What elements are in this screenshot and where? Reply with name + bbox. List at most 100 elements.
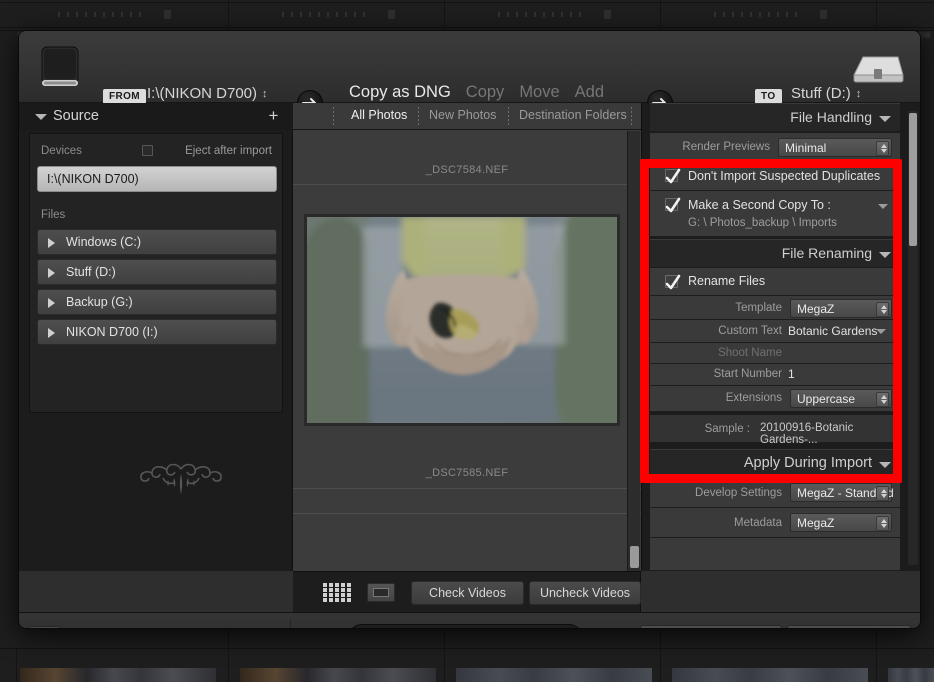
tab-new-photos[interactable]: New Photos [429,108,496,122]
preview-toolbar: Check Videos Uncheck Videos [293,571,641,612]
file-item-label: Windows (C:) [66,235,142,249]
metadata-value: MegaZ [797,516,835,530]
tab-divider [333,107,334,126]
render-previews-row: Render Previews Minimal [650,133,900,161]
source-path-text: I:\(NIKON D700) [147,85,258,102]
source-path-selector[interactable]: I:\(NIKON D700) ↕ [147,85,267,102]
import-preset-selector[interactable]: Import Preset : None ↕ [348,624,583,628]
cancel-button[interactable]: Cancel [787,625,911,628]
mode-tab-copy-as-dng[interactable]: Copy as DNG [349,83,451,102]
start-number-row: Start Number 1 [650,364,900,386]
destination-drive-icon [853,56,904,83]
tab-destination-folders[interactable]: Destination Folders [519,108,627,122]
photo-frame[interactable] [304,214,620,426]
rename-files-label: Rename Files [688,274,766,288]
source-path-chevron-icon: ↕ [262,88,267,100]
filename-above: _DSC7584.NEF [425,164,509,176]
uncheck-videos-button[interactable]: Uncheck Videos [529,581,641,605]
destination-path-selector[interactable]: Stuff (D:) ↕ [791,85,861,102]
start-number-label: Start Number [713,368,782,380]
loupe-view-icon[interactable] [367,583,395,602]
dont-import-duplicates-checkbox[interactable] [665,168,681,184]
devices-label: Devices [41,145,82,157]
tab-divider [631,107,632,126]
expand-caret-icon[interactable] [48,238,55,248]
file-item-nikon-d700-i[interactable]: NIKON D700 (I:) [37,319,277,345]
file-handling-collapse-triangle-icon[interactable] [879,116,891,122]
second-copy-checkbox[interactable] [665,197,681,213]
import-button[interactable]: Import [640,625,782,628]
expand-panel-button[interactable] [28,626,61,628]
import-options-panel: File Handling Render Previews Minimal Do… [641,103,920,571]
file-item-windows-c[interactable]: Windows (C:) [37,229,277,255]
dont-import-duplicates-row[interactable]: Don't Import Suspected Duplicates [650,161,900,191]
file-handling-title: File Handling [790,109,872,125]
section-header-file-handling[interactable]: File Handling [650,103,900,131]
develop-settings-spinner-icon[interactable] [876,486,889,501]
custom-text-input[interactable]: Botanic Gardens [788,324,877,338]
metadata-combo[interactable]: MegaZ [790,513,892,532]
grid-view-icon[interactable] [323,583,351,602]
rename-files-checkbox[interactable] [665,274,681,290]
mode-tab-copy[interactable]: Copy [466,83,505,102]
photo-thumbnail [307,217,617,423]
extensions-spinner-icon[interactable] [876,392,889,407]
import-mode-tabs[interactable]: Copy as DNG Copy Move Add [349,83,619,102]
options-scrollbar-thumb[interactable] [909,113,917,246]
develop-settings-combo[interactable]: MegaZ - Standard [790,483,894,502]
add-source-button[interactable]: + [266,107,281,124]
eject-after-import-checkbox[interactable] [142,145,153,156]
check-videos-button[interactable]: Check Videos [411,581,524,605]
source-collapse-triangle-icon[interactable] [35,114,47,120]
render-previews-label: Render Previews [682,141,770,153]
expand-caret-icon[interactable] [48,328,55,338]
template-combo[interactable]: MegaZ [790,299,892,318]
source-panel-header[interactable]: Source + [19,103,293,130]
mode-tab-move[interactable]: Move [519,83,559,102]
second-copy-row[interactable]: Make a Second Copy To : G: \ Photos_back… [650,191,900,237]
template-value: MegaZ [797,302,835,316]
footer-divider [290,619,291,628]
source-drive-icon [41,46,79,86]
custom-text-dropdown-icon[interactable] [876,329,886,334]
preview-tabs: All Photos New Photos Destination Folder… [293,103,641,130]
template-row: Template MegaZ [650,296,900,320]
preview-scrollbar[interactable] [627,131,640,571]
metadata-spinner-icon[interactable] [876,516,889,531]
file-item-label: Stuff (D:) [66,265,116,279]
preview-panel: All Photos New Photos Destination Folder… [293,103,641,571]
render-previews-spinner-icon[interactable] [876,141,889,156]
mode-tab-add[interactable]: Add [575,83,604,102]
dont-import-duplicates-label: Don't Import Suspected Duplicates [688,169,881,183]
options-scrollbar[interactable] [908,111,918,565]
file-renaming-title: File Renaming [781,245,872,261]
tab-divider [418,107,419,126]
decorative-flourish-icon [140,463,222,494]
extensions-combo[interactable]: Uppercase [790,389,892,408]
file-renaming-collapse-triangle-icon[interactable] [879,252,891,258]
expand-caret-icon[interactable] [48,268,55,278]
file-item-backup-g[interactable]: Backup (G:) [37,289,277,315]
section-header-file-renaming[interactable]: File Renaming [650,239,900,267]
from-badge: FROM [103,89,147,104]
preview-scrollbar-thumb[interactable] [630,546,639,568]
render-previews-combo[interactable]: Minimal [778,138,892,157]
keywords-row [650,538,900,571]
eject-after-import-label: Eject after import [185,145,272,157]
start-number-value[interactable]: 1 [788,367,795,381]
file-item-label: NIKON D700 (I:) [66,325,158,339]
shoot-name-row: Shoot Name [650,343,900,364]
tab-all-photos[interactable]: All Photos [351,108,407,122]
develop-settings-label: Develop Settings [695,487,782,499]
template-spinner-icon[interactable] [876,302,889,317]
file-item-stuff-d[interactable]: Stuff (D:) [37,259,277,285]
import-dialog: FROM I:\(NIKON D700)↕ All photos Copy as… [19,31,920,628]
rename-files-row[interactable]: Rename Files [650,268,900,296]
device-item-nikon-d700[interactable]: I:\(NIKON D700) [37,166,277,192]
section-header-apply-during-import[interactable]: Apply During Import [650,449,900,477]
expand-caret-icon[interactable] [48,298,55,308]
apply-during-import-collapse-triangle-icon[interactable] [879,462,891,468]
sample-row: Sample : 20100916-Botanic Gardens-... [650,415,900,446]
second-copy-dropdown-icon[interactable] [878,204,888,209]
tab-divider [508,107,509,126]
